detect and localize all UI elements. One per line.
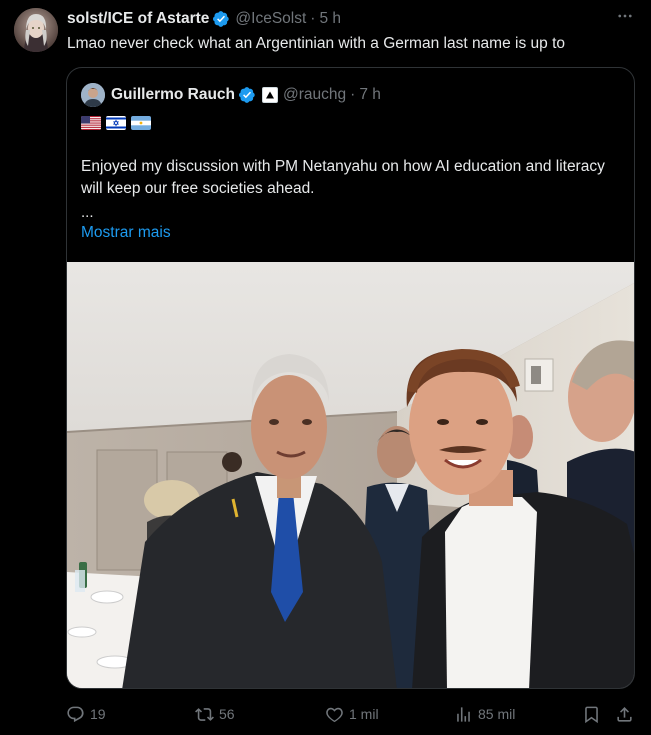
us-flag-icon	[81, 116, 101, 130]
quote-text: Enjoyed my discussion with PM Netanyahu …	[81, 158, 605, 197]
tweet[interactable]: solst/ICE of Astarte @IceSolst · 5 h Lma…	[0, 0, 651, 735]
reply-button[interactable]: 19	[66, 705, 106, 724]
verified-badge-icon	[238, 86, 256, 104]
repost-count: 56	[219, 706, 235, 722]
share-icon	[617, 706, 632, 722]
quoted-tweet[interactable]: Guillermo Rauch @rauchg · 7 h Enjoyed my…	[66, 67, 635, 689]
like-count: 1 mil	[349, 706, 379, 722]
views-button[interactable]: 85 mil	[454, 705, 515, 724]
repost-button[interactable]: 56	[195, 705, 235, 724]
flag-emojis	[81, 116, 151, 130]
author-handle[interactable]: @IceSolst	[235, 10, 306, 28]
show-more-link[interactable]: Mostrar mais	[81, 224, 171, 242]
tweet-timestamp[interactable]: 5 h	[319, 10, 341, 28]
reply-count: 19	[90, 706, 106, 722]
quote-photo[interactable]	[67, 262, 634, 688]
reply-icon	[67, 706, 84, 722]
quote-timestamp: 7 h	[359, 86, 381, 103]
more-button[interactable]	[613, 4, 637, 28]
bookmark-icon	[585, 706, 598, 723]
quote-header: Guillermo Rauch @rauchg · 7 h	[81, 82, 381, 108]
verified-badge-icon	[212, 10, 230, 28]
author-name[interactable]: solst/ICE of Astarte	[67, 10, 209, 28]
tweet-text: Lmao never check what an Argentinian wit…	[67, 35, 565, 52]
vercel-affiliate-icon[interactable]	[262, 87, 279, 103]
share-button[interactable]	[615, 705, 634, 724]
author-avatar[interactable]	[14, 8, 58, 52]
action-bar: 19 56 1 mil 85 mil	[62, 700, 637, 728]
quote-author-handle[interactable]: @rauchg	[283, 86, 346, 104]
repost-icon	[195, 707, 214, 721]
views-count: 85 mil	[478, 706, 516, 722]
tweet-header: solst/ICE of Astarte @IceSolst · 5 h	[67, 9, 651, 29]
israel-flag-icon	[106, 116, 126, 130]
heart-icon	[326, 707, 343, 722]
more-horizontal-icon	[618, 14, 632, 18]
like-button[interactable]: 1 mil	[325, 705, 379, 724]
views-chart-icon	[457, 706, 470, 722]
quote-author-avatar[interactable]	[81, 83, 105, 107]
argentina-flag-icon	[131, 116, 151, 130]
quote-ellipsis: ...	[81, 204, 94, 221]
quote-author-name[interactable]: Guillermo Rauch	[111, 86, 235, 104]
separator-dot: ·	[350, 86, 356, 103]
bookmark-button[interactable]	[582, 705, 601, 724]
separator-dot: ·	[310, 10, 316, 27]
